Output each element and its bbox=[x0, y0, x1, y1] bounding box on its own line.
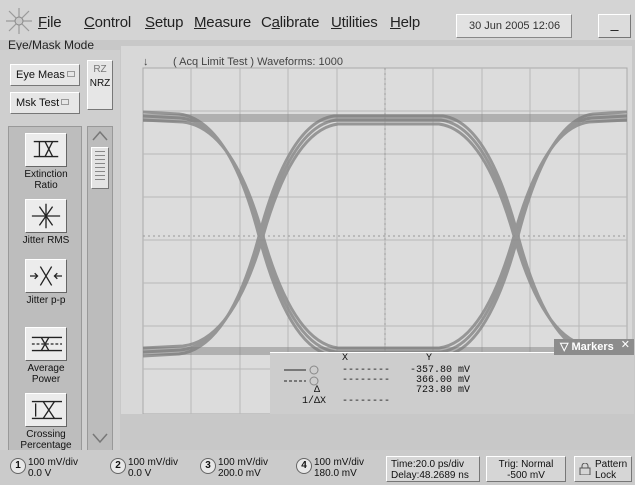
markers-toggle-icon[interactable]: ▽ bbox=[560, 341, 572, 353]
scroll-thumb[interactable] bbox=[91, 147, 109, 189]
menu-setup[interactable]: Setup bbox=[145, 14, 183, 31]
eye-meas-button[interactable]: Eye Meas bbox=[10, 64, 80, 86]
eye-meas-label: Eye Meas bbox=[16, 69, 65, 81]
marker-y-header: Y bbox=[426, 353, 433, 364]
average-power-button[interactable]: Average Power bbox=[12, 327, 80, 385]
acquisition-status: ↓ ( Acq Limit Test ) Waveforms: 1000 bbox=[143, 56, 343, 68]
menu-setup-rest: etup bbox=[154, 14, 184, 31]
inverse-delta-label: 1/ΔX bbox=[302, 396, 327, 407]
rz-label: RZ bbox=[93, 64, 107, 75]
down-arrow-icon: ↓ bbox=[143, 56, 149, 68]
channel-2-offset: 0.0 V bbox=[128, 468, 152, 479]
acq-status-text: ( Acq Limit Test ) Waveforms: 1000 bbox=[173, 56, 343, 68]
scroll-up-icon[interactable] bbox=[91, 130, 109, 142]
jitter-pp-icon bbox=[25, 259, 67, 293]
menu-help-rest: elp bbox=[400, 14, 421, 31]
measurement-list: Extinction Ratio Jitter RMS Jitter p-p A… bbox=[8, 126, 82, 451]
trigger-button[interactable]: Trig: Normal -500 mV bbox=[486, 456, 566, 482]
delta-y: 723.80 mV bbox=[416, 385, 471, 396]
scroll-down-icon[interactable] bbox=[91, 432, 109, 444]
close-icon[interactable]: ✕ bbox=[621, 338, 630, 351]
menu-control-rest: ontrol bbox=[94, 14, 132, 31]
menu-indicator-icon bbox=[66, 71, 75, 77]
trigger-mode: Trig: Normal bbox=[498, 459, 554, 470]
channel-1-offset: 0.0 V bbox=[28, 468, 52, 479]
menu-bar: File Control Setup Measure Calibrate Uti… bbox=[0, 0, 635, 52]
average-power-icon bbox=[25, 327, 67, 361]
lock-icon bbox=[579, 463, 591, 475]
delay-readout: Delay:48.2689 ns bbox=[391, 470, 469, 481]
jitter-rms-icon bbox=[25, 199, 67, 233]
channel-4-offset: 180.0 mV bbox=[314, 468, 357, 479]
sun-logo-icon bbox=[6, 8, 32, 34]
extinction-ratio-label: Extinction Ratio bbox=[24, 169, 68, 191]
marker-x-header: X bbox=[342, 353, 349, 364]
menu-file-rest: ile bbox=[46, 14, 62, 31]
channel-2-number: 2 bbox=[110, 458, 126, 474]
channel-1-number: 1 bbox=[10, 458, 26, 474]
channel-4-number: 4 bbox=[296, 458, 312, 474]
average-power-label: Average Power bbox=[27, 363, 65, 385]
mask-test-label: Msk Test bbox=[16, 97, 60, 109]
channel-4-scale: 100 mV/div bbox=[314, 457, 365, 468]
menu-indicator-icon bbox=[61, 99, 70, 105]
jitter-pp-label: Jitter p-p bbox=[26, 295, 66, 306]
channel-2-scale: 100 mV/div bbox=[128, 457, 179, 468]
menu-measure[interactable]: Measure bbox=[194, 14, 251, 31]
jitter-rms-button[interactable]: Jitter RMS bbox=[12, 199, 80, 246]
menu-utilities-rest: tilities bbox=[341, 14, 378, 31]
channel-3-readout: 100 mV/div 200.0 mV bbox=[218, 457, 268, 479]
markers-title: Markers bbox=[571, 341, 614, 353]
extinction-ratio-button[interactable]: Extinction Ratio bbox=[12, 133, 80, 191]
timebase-button[interactable]: Time:20.0 ps/div Delay:48.2689 ns bbox=[386, 456, 480, 482]
menu-control[interactable]: Control bbox=[84, 14, 131, 31]
marker2-x: -------- bbox=[342, 375, 391, 386]
channel-2-readout: 100 mV/div 0.0 V bbox=[128, 457, 178, 479]
trigger-level: -500 mV bbox=[507, 470, 545, 481]
channel-3-scale: 100 mV/div bbox=[218, 457, 269, 468]
nrz-label: NRZ bbox=[89, 78, 111, 89]
jitter-rms-label: Jitter RMS bbox=[22, 235, 70, 246]
crossing-percentage-button[interactable]: Crossing Percentage bbox=[12, 393, 80, 451]
mask-test-button[interactable]: Msk Test bbox=[10, 92, 80, 114]
markers-panel: ▽ Markers ✕ X Y -------- -357.80 mV ----… bbox=[270, 339, 634, 414]
channel-1-readout: 100 mV/div 0.0 V bbox=[28, 457, 78, 479]
delta-label: Δ bbox=[314, 385, 321, 396]
channel-3-offset: 200.0 mV bbox=[218, 468, 261, 479]
menu-help[interactable]: Help bbox=[390, 14, 420, 31]
menu-utilities[interactable]: Utilities bbox=[331, 14, 378, 31]
crossing-percentage-label: Crossing Percentage bbox=[20, 429, 72, 451]
menu-calibrate-rest: librate bbox=[279, 14, 320, 31]
measurement-panel: Eye Meas Msk Test RZ NRZ Extinction Rati… bbox=[0, 50, 120, 451]
time-per-div: Time:20.0 ps/div bbox=[391, 459, 464, 470]
menu-measure-rest: easure bbox=[206, 14, 251, 31]
channel-1-scale: 100 mV/div bbox=[28, 457, 79, 468]
pattern-lock-label: Pattern bbox=[595, 459, 628, 470]
menu-calibrate[interactable]: Calibrate bbox=[261, 14, 319, 31]
channel-3-number: 3 bbox=[200, 458, 216, 474]
minimize-button[interactable]: _ bbox=[598, 14, 631, 38]
date-time-display: 30 Jun 2005 12:06 bbox=[456, 14, 572, 38]
extinction-ratio-icon bbox=[25, 133, 67, 167]
crossing-percentage-icon bbox=[25, 393, 67, 427]
measurement-scrollbar[interactable] bbox=[87, 126, 113, 451]
pattern-lock-label-2: Lock bbox=[595, 470, 617, 481]
jitter-pp-button[interactable]: Jitter p-p bbox=[12, 259, 80, 306]
markers-header[interactable]: ▽ Markers ✕ bbox=[554, 339, 634, 355]
menu-file[interactable]: File bbox=[38, 14, 62, 31]
rz-nrz-toggle[interactable]: RZ NRZ bbox=[87, 60, 113, 110]
menu-calibrate-c: C bbox=[261, 14, 272, 31]
inverse-delta-x: -------- bbox=[342, 396, 391, 407]
pattern-lock-button[interactable]: Pattern Lock bbox=[574, 456, 632, 482]
status-bar: 1 100 mV/div 0.0 V 2 100 mV/div 0.0 V 3 10… bbox=[0, 450, 635, 485]
channel-4-readout: 100 mV/div 180.0 mV bbox=[314, 457, 364, 479]
